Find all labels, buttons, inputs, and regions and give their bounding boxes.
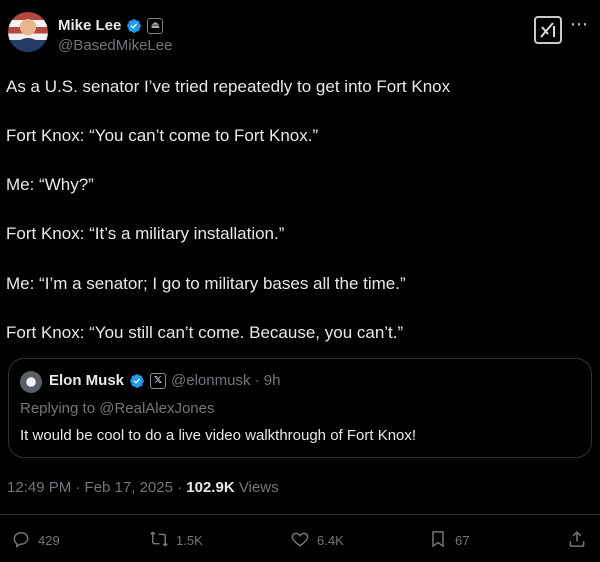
reply-count: 429: [38, 532, 60, 548]
quoted-handle-time[interactable]: @elonmusk · 9h: [171, 372, 280, 389]
more-icon[interactable]: ⋯: [568, 15, 590, 35]
divider: [0, 514, 600, 515]
tweet-line: Me: “Why?”: [6, 175, 94, 194]
bookmark-count: 67: [455, 532, 470, 548]
quoted-tweet-text: It would be cool to do a live video walk…: [20, 427, 417, 444]
x-affiliation-icon: 𝕏: [150, 372, 167, 389]
tweet-line: Fort Knox: “You still can’t come. Becaus…: [6, 323, 404, 342]
tweet-line: Fort Knox: “It’s a military installation…: [6, 224, 285, 243]
tweet-meta: 12:49 PM · Feb 17, 2025 · 102.9K Views: [7, 479, 279, 496]
bookmark-icon: [428, 529, 448, 552]
author-handle[interactable]: @BasedMikeLee: [58, 37, 172, 54]
share-button[interactable]: [567, 527, 587, 553]
repost-icon: [149, 529, 169, 552]
action-bar: 429 1.5K 6.4K 67: [0, 527, 600, 555]
tweet-line: Me: “I’m a senator; I go to military bas…: [6, 274, 406, 293]
views-count: 102.9K: [186, 479, 235, 496]
quoted-tweet-card[interactable]: Elon Musk 𝕏 @elonmusk · 9h Replying to @…: [8, 358, 592, 458]
tweet-line: As a U.S. senator I’ve tried repeatedly …: [6, 77, 451, 96]
replying-to-line[interactable]: Replying to @RealAlexJones: [20, 400, 215, 417]
heart-icon: [290, 529, 310, 552]
quoted-author-avatar[interactable]: [20, 371, 42, 393]
quoted-author-row: Elon Musk 𝕏 @elonmusk · 9h: [49, 372, 280, 389]
repost-button[interactable]: 1.5K: [149, 527, 203, 553]
reply-icon: [11, 529, 31, 552]
author-name[interactable]: Mike Lee: [58, 17, 121, 35]
quoted-author-name[interactable]: Elon Musk: [49, 372, 124, 389]
grok-button[interactable]: [534, 16, 562, 44]
views-label: Views: [234, 479, 279, 496]
share-icon: [567, 529, 587, 552]
reply-button[interactable]: 429: [11, 527, 60, 553]
like-count: 6.4K: [317, 532, 344, 548]
repost-count: 1.5K: [176, 532, 203, 548]
government-badge-icon: ⏏: [147, 18, 164, 34]
author-name-row: Mike Lee ⏏: [58, 17, 164, 35]
like-button[interactable]: 6.4K: [290, 527, 344, 553]
verified-badge-icon: [126, 18, 142, 34]
tweet-header: Mike Lee ⏏ @BasedMikeLee ⋯: [8, 12, 592, 60]
tweet-line: Fort Knox: “You can’t come to Fort Knox.…: [6, 126, 319, 145]
author-avatar[interactable]: [8, 12, 48, 52]
timestamp[interactable]: 12:49 PM · Feb 17, 2025 ·: [7, 479, 186, 496]
bookmark-button[interactable]: 67: [428, 527, 469, 553]
quoted-verified-badge-icon: [129, 373, 145, 389]
